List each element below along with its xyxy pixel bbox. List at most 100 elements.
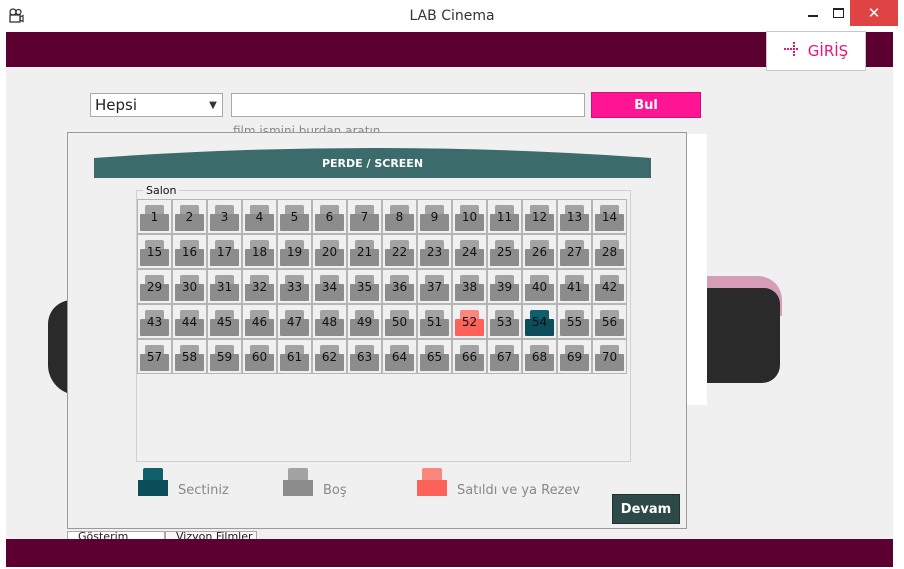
cinema-screen: PERDE / SCREEN <box>94 148 651 178</box>
seat-64-empty[interactable]: 64 <box>382 339 417 374</box>
seat-10-empty[interactable]: 10 <box>452 199 487 234</box>
seat-65-empty[interactable]: 65 <box>417 339 452 374</box>
seat-42-empty[interactable]: 42 <box>592 269 627 304</box>
seat-number: 27 <box>566 245 583 259</box>
seat-24-empty[interactable]: 24 <box>452 234 487 269</box>
seat-35-empty[interactable]: 35 <box>347 269 382 304</box>
seat-28-empty[interactable]: 28 <box>592 234 627 269</box>
seat-number: 22 <box>391 245 408 259</box>
seat-45-empty[interactable]: 45 <box>207 304 242 339</box>
seat-number: 59 <box>216 350 233 364</box>
seat-70-empty[interactable]: 70 <box>592 339 627 374</box>
seat-56-empty[interactable]: 56 <box>592 304 627 339</box>
tab-gosterim[interactable]: Gösterim <box>67 531 165 539</box>
seat-number: 19 <box>286 245 303 259</box>
seat-2-empty[interactable]: 2 <box>172 199 207 234</box>
seat-11-empty[interactable]: 11 <box>487 199 522 234</box>
seat-number: 67 <box>496 350 513 364</box>
seat-33-empty[interactable]: 33 <box>277 269 312 304</box>
seat-48-empty[interactable]: 48 <box>312 304 347 339</box>
seat-36-empty[interactable]: 36 <box>382 269 417 304</box>
seat-39-empty[interactable]: 39 <box>487 269 522 304</box>
seat-15-empty[interactable]: 15 <box>137 234 172 269</box>
seat-number: 49 <box>356 315 373 329</box>
seat-30-empty[interactable]: 30 <box>172 269 207 304</box>
seat-13-empty[interactable]: 13 <box>557 199 592 234</box>
seat-46-empty[interactable]: 46 <box>242 304 277 339</box>
seat-number: 30 <box>181 280 198 294</box>
seat-38-empty[interactable]: 38 <box>452 269 487 304</box>
category-select[interactable]: Hepsi ▼ <box>90 93 223 117</box>
seat-63-empty[interactable]: 63 <box>347 339 382 374</box>
seat-number: 70 <box>601 350 618 364</box>
legend-empty-label: Boş <box>323 482 347 498</box>
tab-vizyon[interactable]: Vizyon Filmler <box>165 531 257 539</box>
seat-52-sold[interactable]: 52 <box>452 304 487 339</box>
seat-53-empty[interactable]: 53 <box>487 304 522 339</box>
seat-22-empty[interactable]: 22 <box>382 234 417 269</box>
seat-7-empty[interactable]: 7 <box>347 199 382 234</box>
seat-31-empty[interactable]: 31 <box>207 269 242 304</box>
seat-62-empty[interactable]: 62 <box>312 339 347 374</box>
seat-40-empty[interactable]: 40 <box>522 269 557 304</box>
seat-27-empty[interactable]: 27 <box>557 234 592 269</box>
seat-17-empty[interactable]: 17 <box>207 234 242 269</box>
seat-29-empty[interactable]: 29 <box>137 269 172 304</box>
seat-number: 50 <box>391 315 408 329</box>
seat-55-empty[interactable]: 55 <box>557 304 592 339</box>
maximize-icon[interactable] <box>826 0 850 26</box>
seat-number: 9 <box>430 210 439 224</box>
seat-57-empty[interactable]: 57 <box>137 339 172 374</box>
seat-selection-dialog: PERDE / SCREEN Salon 1 2 3 4 5 6 7 8 9 10 11 12 13 14… <box>67 132 687 529</box>
seat-number: 28 <box>601 245 618 259</box>
seat-66-empty[interactable]: 66 <box>452 339 487 374</box>
seat-59-empty[interactable]: 59 <box>207 339 242 374</box>
seat-67-empty[interactable]: 67 <box>487 339 522 374</box>
seat-50-empty[interactable]: 50 <box>382 304 417 339</box>
seat-58-empty[interactable]: 58 <box>172 339 207 374</box>
seat-43-empty[interactable]: 43 <box>137 304 172 339</box>
close-icon[interactable]: ✕ <box>850 0 898 26</box>
seat-1-empty[interactable]: 1 <box>137 199 172 234</box>
seat-60-empty[interactable]: 60 <box>242 339 277 374</box>
minimize-icon[interactable] <box>800 0 826 26</box>
seat-selected-icon <box>138 468 168 498</box>
seat-61-empty[interactable]: 61 <box>277 339 312 374</box>
seat-12-empty[interactable]: 12 <box>522 199 557 234</box>
seat-37-empty[interactable]: 37 <box>417 269 452 304</box>
seat-16-empty[interactable]: 16 <box>172 234 207 269</box>
tab-strip: Gösterim Vizyon Filmler <box>67 531 267 539</box>
seat-20-empty[interactable]: 20 <box>312 234 347 269</box>
seat-18-empty[interactable]: 18 <box>242 234 277 269</box>
seat-number: 65 <box>426 350 443 364</box>
seat-4-empty[interactable]: 4 <box>242 199 277 234</box>
seat-number: 5 <box>290 210 299 224</box>
seat-32-empty[interactable]: 32 <box>242 269 277 304</box>
search-button[interactable]: Bul <box>591 92 701 118</box>
seat-34-empty[interactable]: 34 <box>312 269 347 304</box>
seat-69-empty[interactable]: 69 <box>557 339 592 374</box>
seat-51-empty[interactable]: 51 <box>417 304 452 339</box>
seat-25-empty[interactable]: 25 <box>487 234 522 269</box>
seat-6-empty[interactable]: 6 <box>312 199 347 234</box>
seat-41-empty[interactable]: 41 <box>557 269 592 304</box>
seat-14-empty[interactable]: 14 <box>592 199 627 234</box>
seat-23-empty[interactable]: 23 <box>417 234 452 269</box>
seat-3-empty[interactable]: 3 <box>207 199 242 234</box>
seat-9-empty[interactable]: 9 <box>417 199 452 234</box>
seat-5-empty[interactable]: 5 <box>277 199 312 234</box>
seat-54-selected[interactable]: 54 <box>522 304 557 339</box>
login-label: GİRİŞ <box>807 42 849 60</box>
seat-8-empty[interactable]: 8 <box>382 199 417 234</box>
seat-47-empty[interactable]: 47 <box>277 304 312 339</box>
seat-21-empty[interactable]: 21 <box>347 234 382 269</box>
seat-49-empty[interactable]: 49 <box>347 304 382 339</box>
seat-26-empty[interactable]: 26 <box>522 234 557 269</box>
continue-button[interactable]: Devam <box>612 494 680 524</box>
seat-44-empty[interactable]: 44 <box>172 304 207 339</box>
search-input[interactable] <box>231 93 585 117</box>
login-button[interactable]: GİRİŞ <box>766 31 866 71</box>
seat-19-empty[interactable]: 19 <box>277 234 312 269</box>
seat-68-empty[interactable]: 68 <box>522 339 557 374</box>
seat-number: 55 <box>566 315 583 329</box>
